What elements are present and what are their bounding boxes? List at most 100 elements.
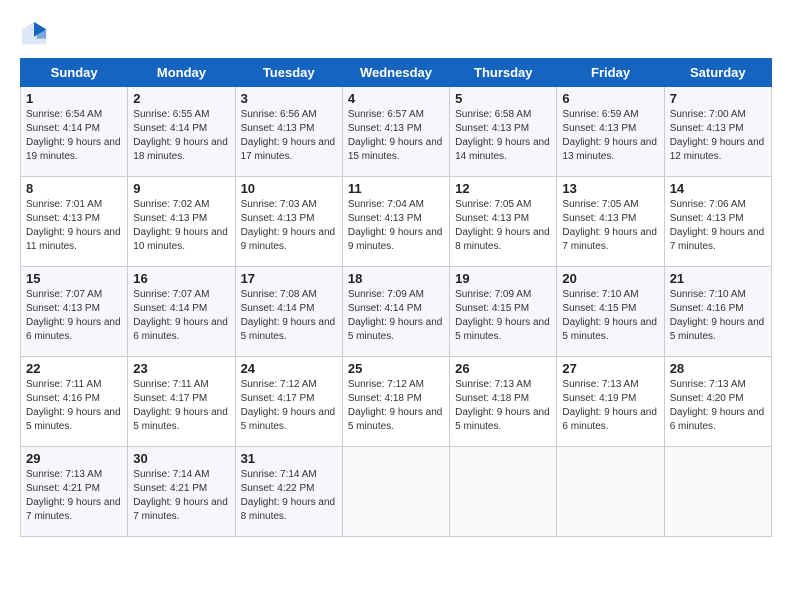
daylight-text: Daylight: 9 hours and 5 minutes. bbox=[348, 406, 444, 434]
sunrise-text: Sunrise: 7:00 AM bbox=[670, 108, 766, 122]
day-number: 24 bbox=[241, 361, 337, 376]
weekday-header-friday: Friday bbox=[557, 59, 664, 87]
sunset-text: Sunset: 4:13 PM bbox=[562, 122, 658, 136]
calendar-header bbox=[20, 20, 772, 48]
sunrise-text: Sunrise: 7:14 AM bbox=[133, 468, 229, 482]
sunrise-text: Sunrise: 7:11 AM bbox=[133, 378, 229, 392]
day-number: 2 bbox=[133, 91, 229, 106]
cell-info: Sunrise: 7:06 AM Sunset: 4:13 PM Dayligh… bbox=[670, 198, 766, 254]
sunset-text: Sunset: 4:16 PM bbox=[26, 392, 122, 406]
daylight-text: Daylight: 9 hours and 14 minutes. bbox=[455, 136, 551, 164]
day-number: 16 bbox=[133, 271, 229, 286]
daylight-text: Daylight: 9 hours and 5 minutes. bbox=[562, 316, 658, 344]
daylight-text: Daylight: 9 hours and 17 minutes. bbox=[241, 136, 337, 164]
sunrise-text: Sunrise: 7:12 AM bbox=[348, 378, 444, 392]
daylight-text: Daylight: 9 hours and 5 minutes. bbox=[455, 406, 551, 434]
calendar-cell: 17 Sunrise: 7:08 AM Sunset: 4:14 PM Dayl… bbox=[235, 267, 342, 357]
cell-info: Sunrise: 7:08 AM Sunset: 4:14 PM Dayligh… bbox=[241, 288, 337, 344]
day-number: 29 bbox=[26, 451, 122, 466]
logo-icon bbox=[20, 20, 48, 48]
calendar-cell: 22 Sunrise: 7:11 AM Sunset: 4:16 PM Dayl… bbox=[21, 357, 128, 447]
day-number: 25 bbox=[348, 361, 444, 376]
sunrise-text: Sunrise: 6:56 AM bbox=[241, 108, 337, 122]
cell-info: Sunrise: 6:59 AM Sunset: 4:13 PM Dayligh… bbox=[562, 108, 658, 164]
calendar-cell: 1 Sunrise: 6:54 AM Sunset: 4:14 PM Dayli… bbox=[21, 87, 128, 177]
calendar-cell: 26 Sunrise: 7:13 AM Sunset: 4:18 PM Dayl… bbox=[450, 357, 557, 447]
sunrise-text: Sunrise: 7:05 AM bbox=[455, 198, 551, 212]
day-number: 22 bbox=[26, 361, 122, 376]
calendar-cell bbox=[342, 447, 449, 537]
day-number: 1 bbox=[26, 91, 122, 106]
day-number: 8 bbox=[26, 181, 122, 196]
calendar-cell: 20 Sunrise: 7:10 AM Sunset: 4:15 PM Dayl… bbox=[557, 267, 664, 357]
daylight-text: Daylight: 9 hours and 9 minutes. bbox=[241, 226, 337, 254]
day-number: 31 bbox=[241, 451, 337, 466]
calendar-cell: 30 Sunrise: 7:14 AM Sunset: 4:21 PM Dayl… bbox=[128, 447, 235, 537]
calendar-header-row: SundayMondayTuesdayWednesdayThursdayFrid… bbox=[21, 59, 772, 87]
calendar-cell: 7 Sunrise: 7:00 AM Sunset: 4:13 PM Dayli… bbox=[664, 87, 771, 177]
calendar-cell: 25 Sunrise: 7:12 AM Sunset: 4:18 PM Dayl… bbox=[342, 357, 449, 447]
cell-info: Sunrise: 7:09 AM Sunset: 4:15 PM Dayligh… bbox=[455, 288, 551, 344]
daylight-text: Daylight: 9 hours and 6 minutes. bbox=[670, 406, 766, 434]
cell-info: Sunrise: 7:13 AM Sunset: 4:21 PM Dayligh… bbox=[26, 468, 122, 524]
logo bbox=[20, 20, 52, 48]
calendar-cell: 14 Sunrise: 7:06 AM Sunset: 4:13 PM Dayl… bbox=[664, 177, 771, 267]
day-number: 10 bbox=[241, 181, 337, 196]
day-number: 19 bbox=[455, 271, 551, 286]
sunrise-text: Sunrise: 7:14 AM bbox=[241, 468, 337, 482]
sunset-text: Sunset: 4:13 PM bbox=[670, 122, 766, 136]
daylight-text: Daylight: 9 hours and 8 minutes. bbox=[455, 226, 551, 254]
daylight-text: Daylight: 9 hours and 6 minutes. bbox=[26, 316, 122, 344]
weekday-header-tuesday: Tuesday bbox=[235, 59, 342, 87]
cell-info: Sunrise: 7:11 AM Sunset: 4:16 PM Dayligh… bbox=[26, 378, 122, 434]
cell-info: Sunrise: 7:14 AM Sunset: 4:21 PM Dayligh… bbox=[133, 468, 229, 524]
daylight-text: Daylight: 9 hours and 11 minutes. bbox=[26, 226, 122, 254]
sunset-text: Sunset: 4:14 PM bbox=[133, 302, 229, 316]
day-number: 9 bbox=[133, 181, 229, 196]
day-number: 23 bbox=[133, 361, 229, 376]
calendar-cell: 16 Sunrise: 7:07 AM Sunset: 4:14 PM Dayl… bbox=[128, 267, 235, 357]
daylight-text: Daylight: 9 hours and 7 minutes. bbox=[26, 496, 122, 524]
sunrise-text: Sunrise: 6:57 AM bbox=[348, 108, 444, 122]
sunset-text: Sunset: 4:18 PM bbox=[455, 392, 551, 406]
calendar-cell: 19 Sunrise: 7:09 AM Sunset: 4:15 PM Dayl… bbox=[450, 267, 557, 357]
daylight-text: Daylight: 9 hours and 5 minutes. bbox=[670, 316, 766, 344]
sunrise-text: Sunrise: 6:55 AM bbox=[133, 108, 229, 122]
day-number: 17 bbox=[241, 271, 337, 286]
sunrise-text: Sunrise: 7:07 AM bbox=[133, 288, 229, 302]
weekday-header-thursday: Thursday bbox=[450, 59, 557, 87]
day-number: 27 bbox=[562, 361, 658, 376]
calendar-cell bbox=[664, 447, 771, 537]
sunset-text: Sunset: 4:13 PM bbox=[133, 212, 229, 226]
sunrise-text: Sunrise: 7:10 AM bbox=[562, 288, 658, 302]
calendar-cell bbox=[557, 447, 664, 537]
daylight-text: Daylight: 9 hours and 5 minutes. bbox=[241, 316, 337, 344]
sunset-text: Sunset: 4:17 PM bbox=[241, 392, 337, 406]
day-number: 26 bbox=[455, 361, 551, 376]
daylight-text: Daylight: 9 hours and 6 minutes. bbox=[133, 316, 229, 344]
cell-info: Sunrise: 6:54 AM Sunset: 4:14 PM Dayligh… bbox=[26, 108, 122, 164]
cell-info: Sunrise: 7:13 AM Sunset: 4:18 PM Dayligh… bbox=[455, 378, 551, 434]
daylight-text: Daylight: 9 hours and 6 minutes. bbox=[562, 406, 658, 434]
cell-info: Sunrise: 7:02 AM Sunset: 4:13 PM Dayligh… bbox=[133, 198, 229, 254]
calendar-cell bbox=[450, 447, 557, 537]
sunset-text: Sunset: 4:18 PM bbox=[348, 392, 444, 406]
sunset-text: Sunset: 4:16 PM bbox=[670, 302, 766, 316]
sunset-text: Sunset: 4:13 PM bbox=[670, 212, 766, 226]
sunrise-text: Sunrise: 7:09 AM bbox=[455, 288, 551, 302]
daylight-text: Daylight: 9 hours and 12 minutes. bbox=[670, 136, 766, 164]
sunrise-text: Sunrise: 7:05 AM bbox=[562, 198, 658, 212]
calendar-cell: 21 Sunrise: 7:10 AM Sunset: 4:16 PM Dayl… bbox=[664, 267, 771, 357]
cell-info: Sunrise: 7:05 AM Sunset: 4:13 PM Dayligh… bbox=[455, 198, 551, 254]
weekday-header-saturday: Saturday bbox=[664, 59, 771, 87]
sunrise-text: Sunrise: 7:13 AM bbox=[455, 378, 551, 392]
weekday-header-wednesday: Wednesday bbox=[342, 59, 449, 87]
daylight-text: Daylight: 9 hours and 5 minutes. bbox=[455, 316, 551, 344]
day-number: 4 bbox=[348, 91, 444, 106]
sunset-text: Sunset: 4:19 PM bbox=[562, 392, 658, 406]
daylight-text: Daylight: 9 hours and 7 minutes. bbox=[670, 226, 766, 254]
weekday-header-sunday: Sunday bbox=[21, 59, 128, 87]
day-number: 6 bbox=[562, 91, 658, 106]
cell-info: Sunrise: 7:01 AM Sunset: 4:13 PM Dayligh… bbox=[26, 198, 122, 254]
daylight-text: Daylight: 9 hours and 9 minutes. bbox=[348, 226, 444, 254]
